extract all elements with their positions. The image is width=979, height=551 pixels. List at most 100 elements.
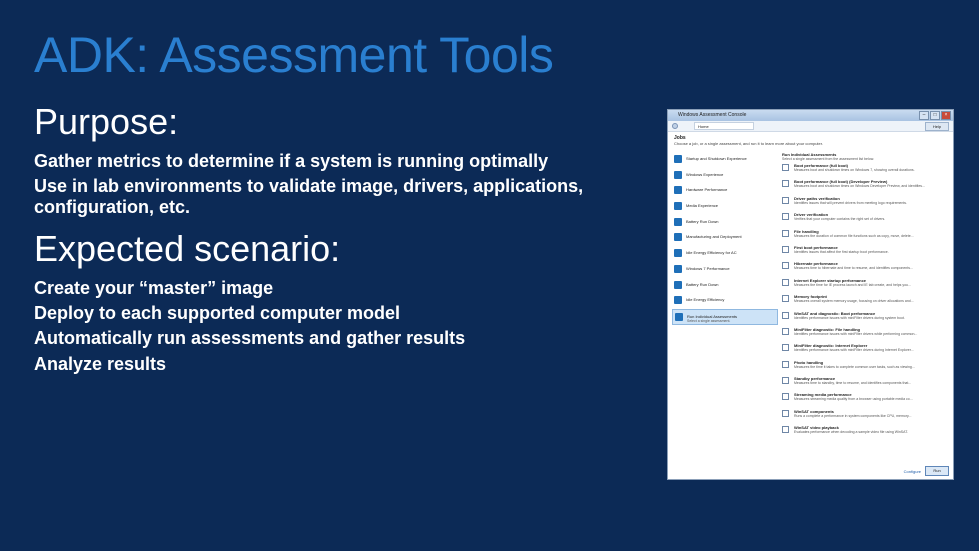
assessment-checkbox[interactable] [782,295,789,303]
job-item[interactable]: Startup and Shutdown Experience [672,152,778,168]
assessment-item[interactable]: Standby performance Measures time to stan… [782,374,952,390]
job-item[interactable]: Idle Energy Efficiency [672,293,778,309]
assessment-desc: Measures time to hibernate and time to r… [794,266,913,271]
scenario-heading: Expected scenario: [34,228,341,269]
assessment-desc: Measures overall system memory usage, fo… [794,299,914,304]
assessment-checkbox[interactable] [782,377,789,385]
job-item[interactable]: Manufacturing and Deployment [672,230,778,246]
job-item[interactable]: Battery Run Down [672,215,778,231]
assessment-checkbox[interactable] [782,360,789,368]
assessment-checkbox[interactable] [782,393,789,401]
run-button[interactable]: Run [925,466,949,476]
assessment-item[interactable]: WinSAT and diagnostic: Boot performance I… [782,309,952,325]
window-footer: Configure Run [904,466,949,476]
assessment-checkbox[interactable] [782,164,789,171]
assessment-checkbox[interactable] [782,311,789,319]
job-label: Battery Run Down [686,218,719,224]
assessment-checkbox[interactable] [782,278,789,286]
job-item[interactable]: Windows Experience [672,168,778,184]
purpose-bullet: Gather metrics to determine if a system … [34,151,549,171]
job-icon [674,296,682,305]
assessment-desc: Measures the duration of common file fun… [794,233,914,238]
assessment-checkbox[interactable] [782,245,789,253]
assessment-checkbox[interactable] [782,196,789,204]
assessment-desc: Measures boot and shutdown times on Wind… [794,168,915,172]
job-label: Hardware Performance [686,187,728,193]
scenario-bullet: Automatically run assessments and gather… [34,328,466,349]
assessment-desc: Identifies issues that will prevent driv… [794,200,908,205]
back-icon[interactable] [672,123,678,129]
job-label: Media Experience [686,203,719,209]
assessment-checkbox[interactable] [782,213,789,221]
job-icon [674,186,682,195]
assessment-checkbox[interactable] [782,426,789,434]
job-icon [675,312,683,321]
assessment-desc: Identifies performance issues with miniF… [794,315,905,320]
job-icon [674,217,682,226]
assessment-item[interactable]: Internet Explorer startup performance Mea… [782,276,952,292]
assessment-item[interactable]: Memory footprint Measures overall system … [782,292,952,308]
purpose-bullets: Gather metrics to determine if a system … [34,151,614,223]
jobs-subheading: Choose a job, or a single assessment, an… [674,141,823,146]
job-icon [674,202,682,211]
job-item[interactable]: Media Experience [672,199,778,215]
job-item-selected[interactable]: Run Individual Assessments Select a singl… [672,308,778,325]
assessment-checkbox[interactable] [782,180,789,188]
assessment-item[interactable]: Boot performance (full boot) (Developer … [782,177,952,193]
assessment-checkbox[interactable] [782,229,789,237]
window-nav: Home Help [668,121,953,132]
assessment-pane-header: Run Individual Assessments Select a sing… [782,152,952,161]
assessment-desc: Measures time to standby, time to resume… [794,381,912,386]
assessment-item[interactable]: WinSAT components Runs a complete a perfo… [782,407,952,423]
assessment-item[interactable]: Streaming media performance Measures stre… [782,390,952,406]
assessment-item[interactable]: WinSAT video playback Evaluates performan… [782,423,952,439]
assessment-checkbox[interactable] [782,262,789,270]
job-label: Battery Run Down [686,281,719,287]
help-button[interactable]: Help [925,122,949,131]
tab-home[interactable]: Home [694,122,754,130]
assessment-item[interactable]: MiniFilter diagnostic: Internet Explorer… [782,341,952,357]
assessment-desc: Identifies performance issues with miniF… [794,348,914,353]
purpose-heading: Purpose: [34,101,179,142]
assessment-desc: Runs a complete a performance in system … [794,413,912,418]
assessment-item[interactable]: Driver paths verification Identifies issu… [782,194,952,210]
close-icon[interactable]: × [941,111,951,120]
job-sublabel: Select a single assessment. [687,318,731,323]
assessment-desc: Verifies that your computer contains the… [794,217,886,222]
assessment-console-window: Windows Assessment Console – □ × Home He… [667,109,954,480]
assessment-desc: Measures streaming media quality from a … [794,397,913,402]
minimize-icon[interactable]: – [919,111,929,120]
job-label: Windows 7 Performance [686,265,730,271]
assessment-item[interactable]: Driver verification Verifies that your co… [782,210,952,226]
assessment-item[interactable]: MiniFilter diagnostic: File handling Iden… [782,325,952,341]
assessment-pane: Run Individual Assessments Select a sing… [782,152,952,440]
job-item[interactable]: Battery Run Down [672,278,778,294]
job-label: Windows Experience [686,171,724,177]
assessment-checkbox[interactable] [782,409,789,417]
assessment-item[interactable]: First boot performance Identifies issues … [782,243,952,259]
assessment-desc: Evaluates performance when decoding a sa… [794,430,908,435]
job-icon [674,233,682,242]
assessment-item[interactable]: Photo handling Measures the time it takes… [782,358,952,374]
job-label: Idle Energy Efficiency [686,297,725,303]
assessment-item[interactable]: File handling Measures the duration of co… [782,227,952,243]
scenario-bullets: Create your “master” image Deploy to eac… [34,278,465,379]
assessment-desc: Identifies performance issues with miniF… [794,331,918,336]
window-controls: – □ × [919,111,951,120]
job-list: Startup and Shutdown Experience Windows … [672,152,778,325]
maximize-icon[interactable]: □ [930,111,940,120]
job-item[interactable]: Hardware Performance [672,183,778,199]
job-label: Idle Energy Efficiency for AC [686,250,737,256]
job-icon [674,170,682,179]
window-header: Jobs Choose a job, or a single assessmen… [668,132,953,146]
window-titlebar: Windows Assessment Console – □ × [668,110,953,121]
job-item[interactable]: Windows 7 Performance [672,262,778,278]
assessment-checkbox[interactable] [782,327,789,335]
configure-link[interactable]: Configure [904,469,921,474]
job-item[interactable]: Idle Energy Efficiency for AC [672,246,778,262]
assessment-item[interactable]: Hibernate performance Measures time to hi… [782,259,952,275]
purpose-bullet: Use in lab environments to validate imag… [34,176,584,218]
scenario-bullet: Create your “master” image [34,278,274,298]
assessment-item[interactable]: Boot performance (full boot) Measures boo… [782,161,952,177]
assessment-checkbox[interactable] [782,344,789,352]
